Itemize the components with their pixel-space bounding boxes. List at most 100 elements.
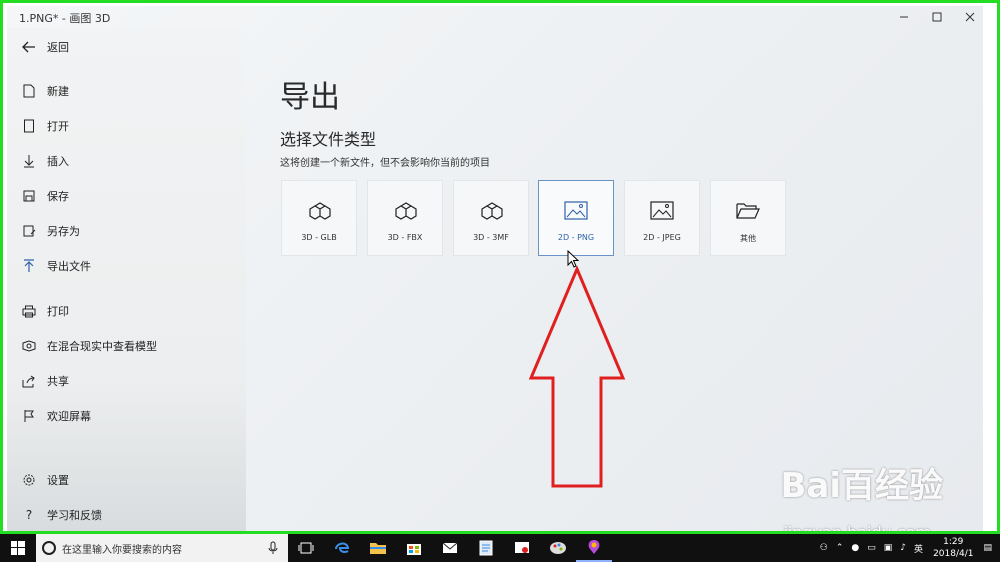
save-icon xyxy=(21,188,37,204)
sidebar-item-label: 插入 xyxy=(47,155,69,168)
sidebar-item-export[interactable]: 导出文件 xyxy=(7,251,246,281)
sidebar-item-help[interactable]: ? 学习和反馈 xyxy=(7,500,246,530)
sidebar-item-label: 导出文件 xyxy=(47,260,91,273)
sidebar-item-label: 新建 xyxy=(47,85,69,98)
save-as-icon xyxy=(21,223,37,239)
file-type-tile-other[interactable]: 其他 xyxy=(710,180,786,256)
sidebar-item-welcome[interactable]: 欢迎屏幕 xyxy=(7,401,246,431)
paint-icon xyxy=(550,542,566,554)
ime-indicator[interactable]: 英 xyxy=(914,542,923,555)
title-bar: 1.PNG* - 画图 3D xyxy=(7,6,983,28)
notepad-icon xyxy=(479,540,493,556)
sidebar-item-insert[interactable]: 插入 xyxy=(7,146,246,176)
file-type-label: 其他 xyxy=(740,234,756,243)
open-icon xyxy=(21,118,37,134)
sidebar-item-mixed-reality[interactable]: 在混合现实中查看模型 xyxy=(7,331,246,361)
file-type-tile-3d-glb[interactable]: 3D - GLB xyxy=(281,180,357,256)
screenshot-frame: 1.PNG* - 画图 3D 返回 新建 打开 插入 保存 另存为 导出文件 打… xyxy=(0,0,1000,534)
file-type-tile-2d-png[interactable]: 2D - PNG xyxy=(538,180,614,256)
back-button[interactable]: 返回 xyxy=(7,32,246,62)
clock-time: 1:29 xyxy=(943,537,964,547)
taskbar-edge[interactable] xyxy=(324,534,360,562)
sidebar-item-label: 设置 xyxy=(47,474,69,487)
sidebar-item-label: 打印 xyxy=(47,305,69,318)
section-description: 这将创建一个新文件，但不会影响你当前的项目 xyxy=(280,158,490,169)
sidebar-item-label: 在混合现实中查看模型 xyxy=(47,340,157,353)
taskbar-search-box[interactable]: 在这里输入你要搜索的内容 xyxy=(36,534,288,562)
watermark-url: jingyan.baidu.com xyxy=(783,523,931,534)
edge-icon xyxy=(335,542,350,553)
taskbar: 在这里输入你要搜索的内容 ⚇ ⌃ ● ▭ ▣ ♪ 英 1:29 2018/4/1 xyxy=(0,534,1000,562)
task-view-button[interactable] xyxy=(288,534,324,562)
file-explorer-icon xyxy=(370,543,386,554)
minimize-icon xyxy=(900,16,908,18)
start-button[interactable] xyxy=(0,534,36,562)
annotation-arrow-up xyxy=(528,266,626,488)
taskbar-explorer[interactable] xyxy=(360,534,396,562)
sidebar-item-save-as[interactable]: 另存为 xyxy=(7,216,246,246)
network-icon[interactable]: ▣ xyxy=(884,543,893,553)
3d-shapes-icon xyxy=(391,199,419,223)
clock-date: 2018/4/1 xyxy=(933,549,974,559)
people-icon[interactable]: ⚇ xyxy=(820,543,828,553)
microphone-icon xyxy=(268,541,278,554)
close-button[interactable] xyxy=(953,7,987,27)
minimize-button[interactable] xyxy=(887,7,921,27)
taskbar-app-notepad[interactable] xyxy=(468,534,504,562)
windows-logo-icon xyxy=(11,541,25,555)
sidebar: 返回 新建 打开 插入 保存 另存为 导出文件 打印 在混合现实中查看模型 共享… xyxy=(7,28,246,531)
file-type-tile-3d-3mf[interactable]: 3D - 3MF xyxy=(453,180,529,256)
notification-icon[interactable]: ▤ xyxy=(983,543,992,553)
screen-capture-icon xyxy=(515,542,529,553)
volume-icon[interactable]: ♪ xyxy=(900,543,906,553)
battery-icon[interactable]: ▭ xyxy=(867,543,876,553)
maximize-button[interactable] xyxy=(920,7,954,27)
taskbar-store[interactable] xyxy=(396,534,432,562)
gear-icon xyxy=(21,472,37,488)
tray-app-icon[interactable]: ● xyxy=(851,543,859,553)
file-type-label: 3D - GLB xyxy=(301,233,337,242)
folder-icon xyxy=(734,199,762,223)
image-icon xyxy=(648,199,676,223)
sidebar-item-label: 欢迎屏幕 xyxy=(47,410,91,423)
mixed-reality-icon xyxy=(21,338,37,354)
sidebar-item-label: 学习和反馈 xyxy=(47,509,102,522)
file-type-label: 3D - 3MF xyxy=(473,233,509,242)
back-label: 返回 xyxy=(47,41,69,54)
sidebar-item-label: 打开 xyxy=(47,120,69,133)
new-file-icon xyxy=(21,83,37,99)
system-tray: ⚇ ⌃ ● ▭ ▣ ♪ 英 1:29 2018/4/1 ▤ xyxy=(816,534,1000,562)
file-type-label: 3D - FBX xyxy=(387,233,423,242)
share-icon xyxy=(21,373,37,389)
close-icon xyxy=(965,12,975,22)
taskbar-app-paint[interactable] xyxy=(540,534,576,562)
window-title: 1.PNG* - 画图 3D xyxy=(19,12,111,25)
cortana-icon xyxy=(42,541,56,555)
sidebar-item-save[interactable]: 保存 xyxy=(7,181,246,211)
file-type-label: 2D - JPEG xyxy=(643,233,681,242)
section-title: 选择文件类型 xyxy=(280,130,377,149)
sidebar-item-new[interactable]: 新建 xyxy=(7,76,246,106)
image-icon xyxy=(562,199,590,223)
sidebar-item-share[interactable]: 共享 xyxy=(7,366,246,396)
file-type-label: 2D - PNG xyxy=(557,233,595,242)
paint3d-icon xyxy=(588,540,600,554)
clock[interactable]: 1:29 2018/4/1 xyxy=(933,536,973,560)
taskbar-mail[interactable] xyxy=(432,534,468,562)
help-icon: ? xyxy=(25,508,33,522)
3d-shapes-icon xyxy=(305,199,333,223)
sidebar-item-settings[interactable]: 设置 xyxy=(7,465,246,495)
chevron-up-icon[interactable]: ⌃ xyxy=(836,543,844,553)
file-type-tile-3d-fbx[interactable]: 3D - FBX xyxy=(367,180,443,256)
taskbar-app-screen[interactable] xyxy=(504,534,540,562)
sidebar-item-print[interactable]: 打印 xyxy=(7,296,246,326)
file-type-tile-2d-jpeg[interactable]: 2D - JPEG xyxy=(624,180,700,256)
sidebar-item-label: 共享 xyxy=(47,375,69,388)
sidebar-item-open[interactable]: 打开 xyxy=(7,111,246,141)
export-icon xyxy=(21,258,37,274)
watermark-brand: Bai百经验 xyxy=(780,466,943,506)
maximize-icon xyxy=(932,12,942,22)
search-placeholder: 在这里输入你要搜索的内容 xyxy=(62,544,182,556)
back-arrow-icon xyxy=(21,39,37,55)
taskbar-app-paint3d[interactable] xyxy=(576,534,612,562)
